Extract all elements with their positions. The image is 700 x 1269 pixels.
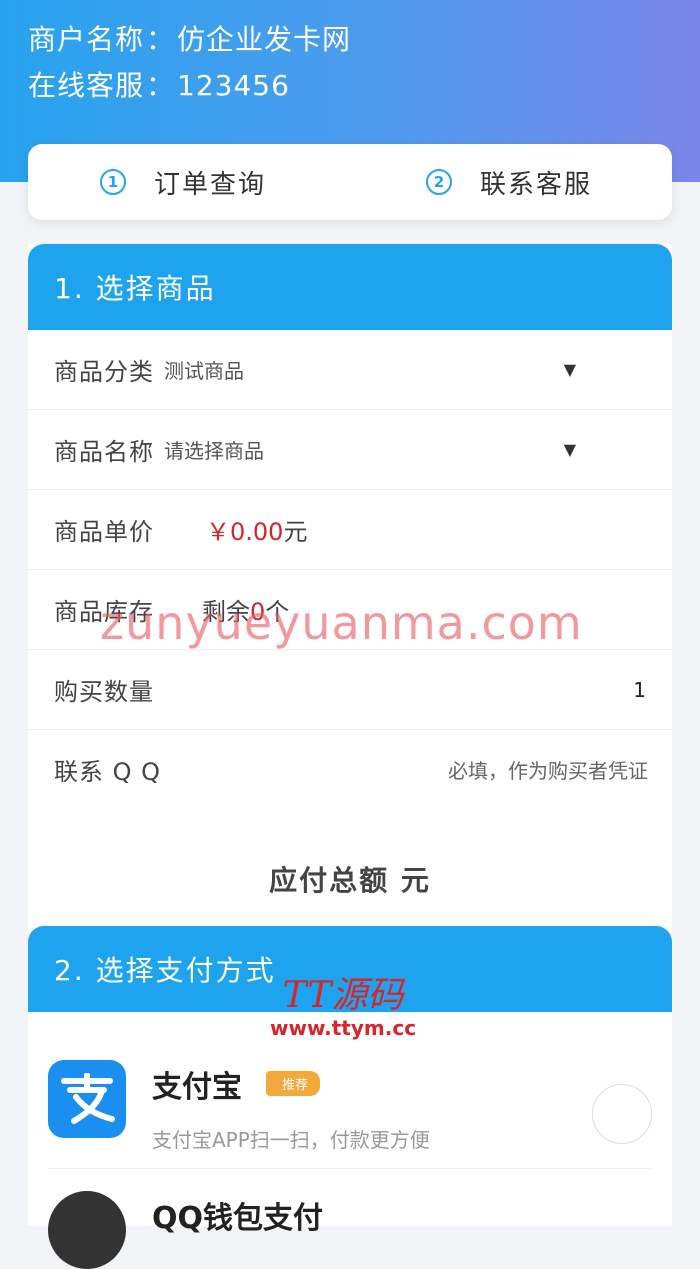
qq-label: 联系 Q Q xyxy=(54,758,162,786)
qq-input[interactable]: 必填，作为购买者凭证 xyxy=(448,755,648,784)
tab-label: 联系客服 xyxy=(480,169,593,200)
qq-wallet-icon xyxy=(48,1191,126,1269)
service-value: 123456 xyxy=(177,69,290,102)
service-label: 在线客服 xyxy=(28,69,145,102)
tab-order-query[interactable]: 1 订单查询 xyxy=(100,144,266,220)
quantity-input[interactable]: 1 xyxy=(633,678,646,702)
product-card: 1. 选择商品 商品分类 测试商品 ▼ 商品名称 请选择商品 ▼ 商品单价 ￥0… xyxy=(28,244,672,949)
alipay-description: 支付宝APP扫一扫，付款更方便 xyxy=(152,1128,430,1152)
merchant-label: 商户名称 xyxy=(28,23,145,56)
stock-row: 商品库存 剩余0个 xyxy=(28,570,672,650)
service-info: 在线客服：123456 xyxy=(28,69,290,102)
tab-label: 订单查询 xyxy=(154,169,267,200)
dropdown-arrow-icon: ▼ xyxy=(563,440,576,459)
product-section-title: 1. 选择商品 xyxy=(28,244,672,330)
stock-label: 商品库存 xyxy=(54,598,154,626)
qq-wallet-title: QQ钱包支付 xyxy=(152,1201,324,1236)
product-name-placeholder: 请选择商品 xyxy=(164,439,264,463)
quick-tabs: 1 订单查询 2 联系客服 xyxy=(28,144,672,220)
merchant-info: 商户名称：仿企业发卡网 xyxy=(28,23,352,56)
payment-card: 2. 选择支付方式 支付宝 推荐 支付宝APP扫一扫，付款更方便 QQ钱包支付 xyxy=(28,926,672,1269)
category-label: 商品分类 xyxy=(54,358,154,386)
product-name-select[interactable]: 商品名称 请选择商品 ▼ xyxy=(28,410,672,490)
product-name-label: 商品名称 xyxy=(54,438,154,466)
payment-option-alipay[interactable]: 支付宝 推荐 支付宝APP扫一扫，付款更方便 xyxy=(48,1012,652,1169)
payment-option-qq-wallet[interactable]: QQ钱包支付 xyxy=(48,1169,652,1269)
price-label: 商品单价 xyxy=(54,518,154,546)
price-value: ￥0.00元 xyxy=(206,518,308,546)
qq-row: 联系 Q Q 必填，作为购买者凭证 xyxy=(28,730,672,809)
alipay-title: 支付宝 xyxy=(152,1070,242,1105)
payment-section-title: 2. 选择支付方式 xyxy=(28,926,672,1012)
price-row: 商品单价 ￥0.00元 xyxy=(28,490,672,570)
tab-contact-service[interactable]: 2 联系客服 xyxy=(426,144,592,220)
quantity-label: 购买数量 xyxy=(54,678,154,706)
dropdown-arrow-icon: ▼ xyxy=(563,360,576,379)
quantity-row: 购买数量 1 xyxy=(28,650,672,730)
merchant-name: 仿企业发卡网 xyxy=(177,23,352,56)
stock-value: 剩余0个 xyxy=(202,598,290,626)
alipay-icon xyxy=(48,1060,126,1138)
category-value: 测试商品 xyxy=(164,359,244,383)
alipay-radio[interactable] xyxy=(592,1084,652,1144)
number-two-icon: 2 xyxy=(426,169,452,195)
category-select[interactable]: 商品分类 测试商品 ▼ xyxy=(28,330,672,410)
recommend-badge: 推荐 xyxy=(266,1071,321,1096)
number-one-icon: 1 xyxy=(100,169,126,195)
